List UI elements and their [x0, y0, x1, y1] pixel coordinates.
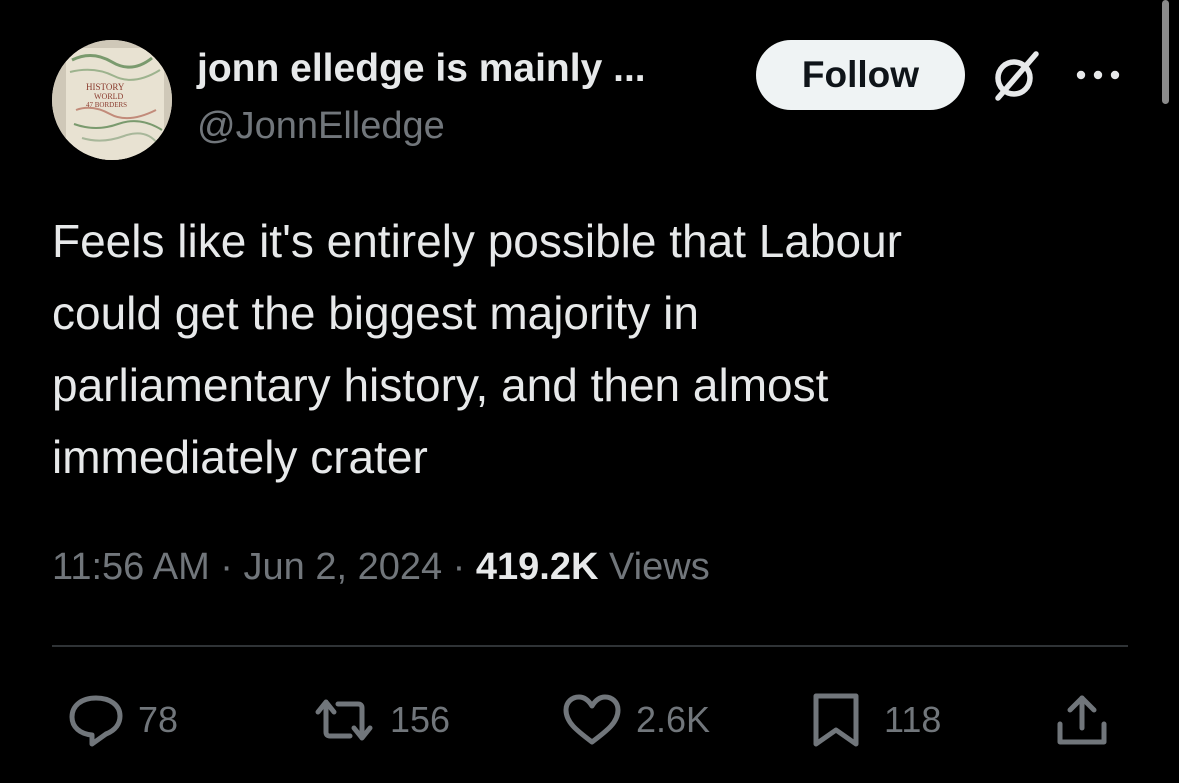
book-cover-avatar: HISTORY WORLD 47 BORDERS — [52, 40, 172, 160]
tweet-text-line: Feels like it's entirely possible that L… — [52, 215, 902, 267]
bookmark-count: 118 — [884, 699, 942, 740]
share-icon — [1057, 695, 1107, 745]
tweet-text-line: parliamentary history, and then almost — [52, 359, 829, 411]
more-icon[interactable] — [1073, 62, 1123, 88]
retweet-button[interactable]: 156 — [310, 692, 450, 748]
tweet-time[interactable]: 11:56 AM — [52, 546, 210, 588]
views-label: Views — [609, 546, 710, 588]
grok-icon[interactable] — [988, 48, 1044, 104]
bookmark-icon — [813, 693, 859, 747]
meta-separator: · — [442, 546, 476, 588]
scrollbar[interactable] — [1162, 0, 1169, 104]
handle[interactable]: @JonnElledge — [197, 101, 646, 151]
tweet-text-line: could get the biggest majority in — [52, 287, 699, 339]
like-button[interactable]: 2.6K — [560, 692, 710, 748]
author-info: jonn elledge is mainly ... @JonnElledge — [197, 44, 646, 151]
tweet-text-line: immediately crater — [52, 431, 428, 483]
avatar-book-line-2: WORLD — [94, 92, 124, 101]
avatar-book-line-3: 47 BORDERS — [86, 101, 127, 109]
retweet-icon — [315, 699, 373, 741]
meta-separator: · — [209, 546, 244, 588]
bookmark-button[interactable]: 118 — [810, 692, 941, 748]
tweet-meta: 11:56 AM · Jun 2, 2024 · 419.2K Views — [52, 542, 710, 592]
divider — [52, 645, 1128, 647]
share-button[interactable] — [1054, 692, 1110, 748]
reply-count: 78 — [138, 699, 179, 740]
avatar[interactable]: HISTORY WORLD 47 BORDERS — [52, 40, 172, 160]
tweet-text: Feels like it's entirely possible that L… — [52, 205, 1132, 493]
display-name[interactable]: jonn elledge is mainly ... — [197, 44, 646, 94]
retweet-count: 156 — [390, 699, 451, 740]
views-count[interactable]: 419.2K — [476, 546, 599, 588]
like-count: 2.6K — [636, 699, 711, 740]
follow-button[interactable]: Follow — [756, 40, 965, 110]
tweet-date[interactable]: Jun 2, 2024 — [244, 546, 443, 588]
heart-icon — [563, 694, 621, 745]
avatar-book-line-1: HISTORY — [86, 82, 125, 92]
reply-button[interactable]: 78 — [66, 692, 178, 748]
reply-icon — [69, 695, 123, 747]
